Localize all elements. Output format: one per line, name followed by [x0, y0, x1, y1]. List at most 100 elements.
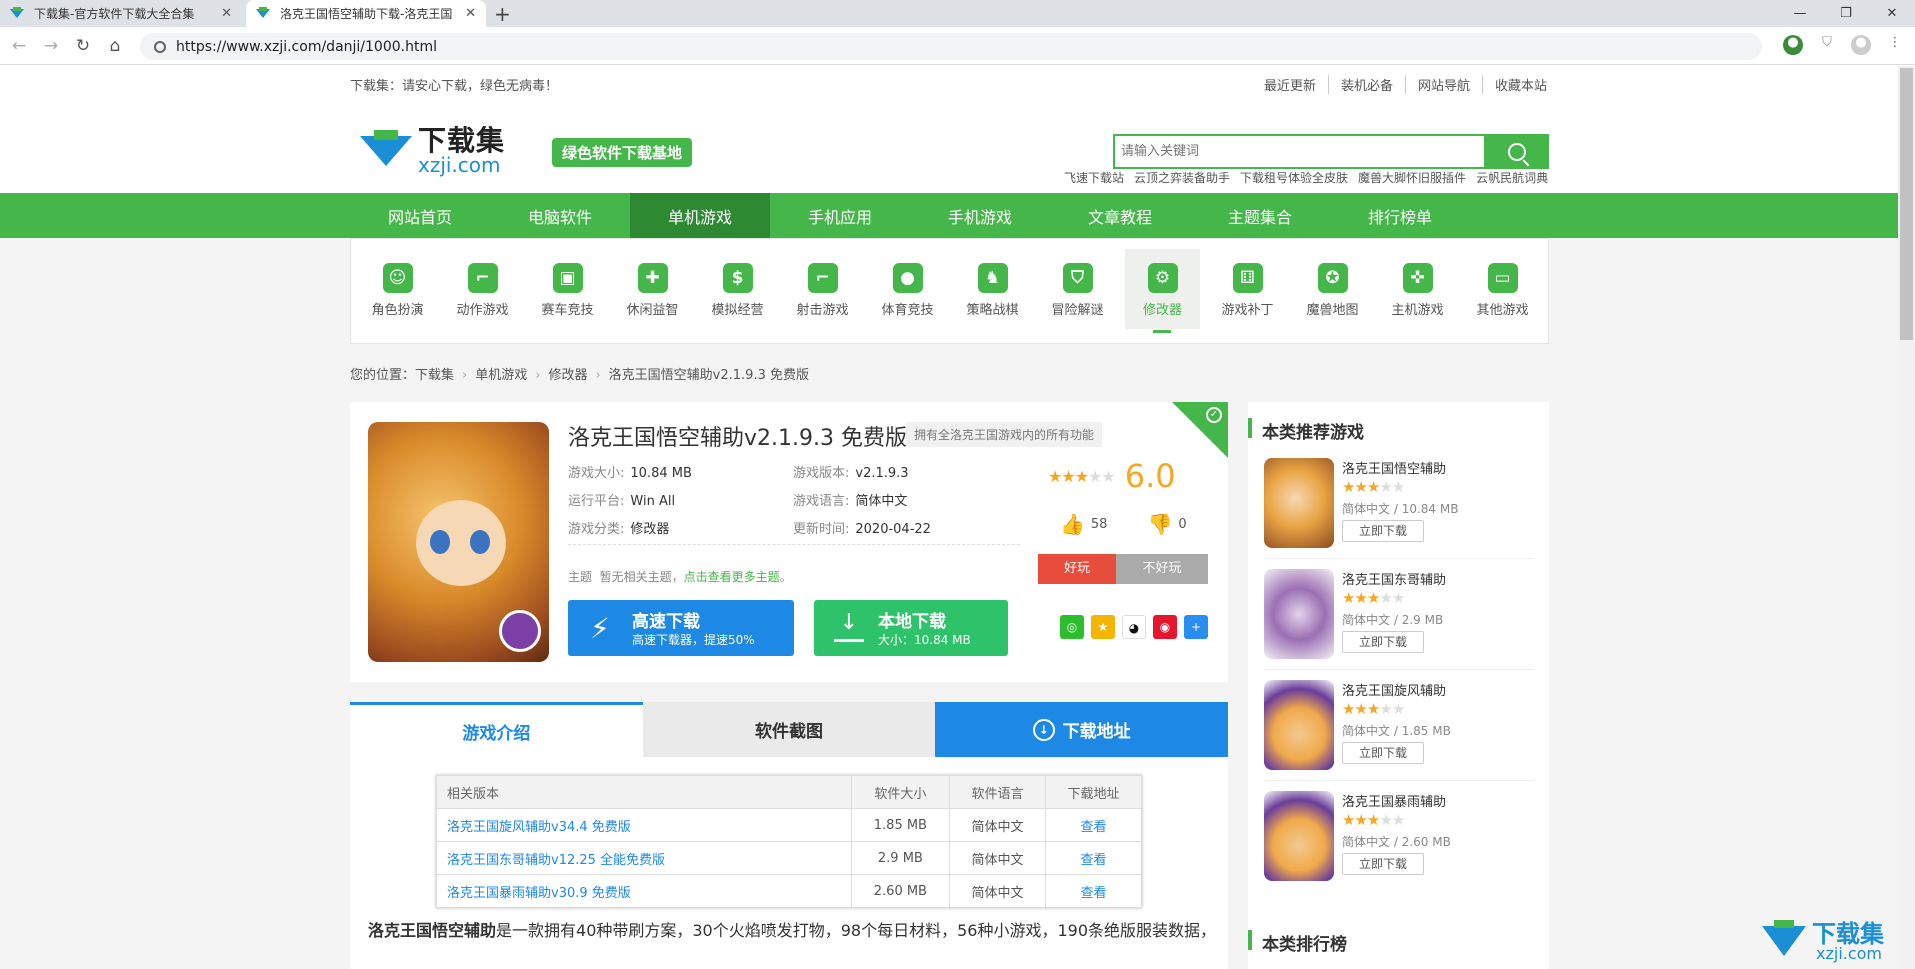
game-thumbnail[interactable] — [1264, 569, 1334, 659]
hot-word[interactable]: 下载租号体验全皮肤 — [1240, 169, 1348, 186]
tab-screenshots[interactable]: 软件截图 — [642, 702, 936, 757]
more-topics-link[interactable]: 点击查看更多主题 — [684, 570, 780, 584]
rec-download-button[interactable]: 立即下载 — [1342, 742, 1424, 764]
hot-word[interactable]: 云顶之弈装备助手 — [1134, 169, 1230, 186]
scrollbar-thumb[interactable] — [1900, 68, 1913, 340]
nav-mobile-games[interactable]: 手机游戏 — [910, 193, 1050, 238]
category-other[interactable]: ▭ 其他游戏 — [1465, 249, 1540, 329]
top-strip: 下载集：请安心下载，绿色无病毒！ 最近更新 装机必备 网站导航 收藏本站 — [0, 66, 1898, 101]
weibo-icon[interactable]: ◉ — [1153, 615, 1177, 639]
thumbs-down-icon[interactable]: 👎 — [1147, 512, 1172, 536]
forward-icon[interactable]: → — [38, 36, 64, 56]
category-action[interactable]: ⌐ 动作游戏 — [445, 249, 520, 329]
category-console[interactable]: ✜ 主机游戏 — [1380, 249, 1455, 329]
category-shooting[interactable]: ⌐ 射击游戏 — [785, 249, 860, 329]
pistol-icon: ⌐ — [807, 263, 838, 293]
shield-extension-icon[interactable]: ⛉ — [1817, 35, 1837, 55]
category-strategy[interactable]: ♞ 策略战棋 — [955, 249, 1030, 329]
tab-close-icon[interactable]: ✕ — [465, 6, 476, 21]
site-logo[interactable]: 下载集 xzji.com — [360, 127, 505, 175]
top-link-recent[interactable]: 最近更新 — [1252, 75, 1330, 94]
site-header: 下载集 xzji.com 绿色软件下载基地 飞速下载站 云顶之弈装备助手 下载租… — [0, 101, 1898, 193]
more-share-icon[interactable]: + — [1184, 615, 1208, 639]
page-scrollbar[interactable] — [1898, 66, 1915, 969]
local-download-button[interactable]: ↓ 本地下载 大小：10.84 MB — [814, 600, 1008, 656]
view-link[interactable]: 查看 — [1044, 808, 1143, 842]
tab-game-intro[interactable]: 游戏介绍 — [350, 702, 643, 757]
game-thumbnail[interactable] — [1264, 458, 1334, 548]
fast-download-button[interactable]: ⚡ 高速下载 高速下载器，提速50% — [568, 600, 794, 656]
home-icon[interactable]: ⌂ — [102, 36, 128, 56]
category-sports[interactable]: ● 体育竞技 — [870, 249, 945, 329]
thumbs-up-icon[interactable]: 👍 — [1060, 512, 1085, 536]
rec-download-button[interactable]: 立即下载 — [1342, 520, 1424, 542]
top-link-essentials[interactable]: 装机必备 — [1329, 75, 1407, 94]
breadcrumb-item[interactable]: 修改器 — [548, 368, 587, 383]
restore-icon[interactable]: ❐ — [1823, 0, 1869, 27]
category-racing[interactable]: ▣ 赛车竞技 — [530, 249, 605, 329]
extension-globe-icon[interactable]: ● — [1783, 35, 1803, 55]
new-tab-icon[interactable]: + — [494, 2, 511, 26]
rec-download-button[interactable]: 立即下载 — [1342, 631, 1424, 653]
view-link[interactable]: 查看 — [1044, 874, 1143, 908]
hot-word[interactable]: 飞速下载站 — [1064, 169, 1124, 186]
search-button[interactable] — [1484, 134, 1549, 169]
rec-game-name[interactable]: 洛克王国暴雨辅助 — [1342, 791, 1446, 810]
rec-download-button[interactable]: 立即下载 — [1342, 853, 1424, 875]
address-bar[interactable]: https://www.xzji.com/danji/1000.html — [140, 33, 1762, 60]
rec-game-name[interactable]: 洛克王国悟空辅助 — [1342, 458, 1446, 477]
nav-articles[interactable]: 文章教程 — [1050, 193, 1190, 238]
breadcrumb-item[interactable]: 单机游戏 — [475, 368, 527, 383]
site-info-icon[interactable] — [154, 40, 166, 53]
qzone-icon[interactable]: ★ — [1091, 615, 1115, 639]
reload-icon[interactable]: ↻ — [70, 36, 96, 56]
browser-tab-2[interactable]: 洛克王国悟空辅助下载-洛克王国 ✕ — [246, 0, 486, 27]
minimize-icon[interactable]: — — [1777, 0, 1823, 27]
top-link-bookmark[interactable]: 收藏本站 — [1483, 75, 1559, 94]
hot-word[interactable]: 魔兽大脚怀旧服插件 — [1358, 169, 1466, 186]
version-link[interactable]: 洛克王国东哥辅助v12.25 全能免费版 — [436, 841, 852, 875]
category-trainer[interactable]: ⚙ 修改器 — [1125, 249, 1200, 333]
rec-game-name[interactable]: 洛克王国旋风辅助 — [1342, 680, 1446, 699]
top-link-sitemap[interactable]: 网站导航 — [1406, 75, 1484, 94]
version-link[interactable]: 洛克王国暴雨辅助v30.9 免费版 — [436, 874, 852, 908]
tab-close-icon[interactable]: ✕ — [221, 6, 232, 21]
nav-topics[interactable]: 主题集合 — [1190, 193, 1330, 238]
hot-words: 飞速下载站 云顶之弈装备助手 下载租号体验全皮肤 魔兽大脚怀旧服插件 云帆民航词… — [1064, 169, 1548, 186]
logo-cn: 下载集 — [418, 124, 506, 157]
search-input[interactable] — [1115, 136, 1495, 167]
hot-word[interactable]: 云帆民航词典 — [1476, 169, 1548, 186]
browser-tab-1[interactable]: 下载集-官方软件下载大全合集 ✕ — [0, 0, 242, 27]
top-links: 最近更新 装机必备 网站导航 收藏本站 — [1252, 75, 1559, 94]
category-roleplay[interactable]: ☺ 角色扮演 — [360, 249, 435, 329]
tab-download-address[interactable]: ↓ 下载地址 — [935, 702, 1229, 757]
puzzle-icon: ✚ — [637, 263, 668, 293]
version-link[interactable]: 洛克王国旋风辅助v34.4 免费版 — [436, 808, 852, 842]
wechat-icon[interactable]: ◎ — [1060, 615, 1084, 639]
category-warcraft-maps[interactable]: ✪ 魔兽地图 — [1295, 249, 1370, 329]
logo-en: xzji.com — [418, 153, 501, 177]
window-close-icon[interactable]: ✕ — [1869, 0, 1915, 27]
back-icon[interactable]: ← — [6, 36, 32, 56]
nav-pc-software[interactable]: 电脑软件 — [490, 193, 630, 238]
nav-single-games[interactable]: 单机游戏 — [630, 193, 770, 238]
vote-good-button[interactable]: 好玩 — [1038, 554, 1116, 584]
game-thumbnail[interactable] — [1264, 791, 1334, 881]
category-puzzle[interactable]: ✚ 休闲益智 — [615, 249, 690, 329]
vote-bad-button[interactable]: 不好玩 — [1116, 554, 1208, 584]
nav-mobile-apps[interactable]: 手机应用 — [770, 193, 910, 238]
game-info-panel: ✓ 洛克王国悟空辅助v2.1.9.3 免费版 拥有全洛克王国游戏内的所有功能 游… — [350, 402, 1228, 682]
nav-rankings[interactable]: 排行榜单 — [1330, 193, 1470, 238]
game-thumbnail[interactable] — [1264, 680, 1334, 770]
category-adventure[interactable]: ⛉ 冒险解谜 — [1040, 249, 1115, 329]
category-simulation[interactable]: $ 模拟经营 — [700, 249, 775, 329]
table-row: 洛克王国暴雨辅助v30.9 免费版 2.60 MB 简体中文 查看 — [436, 874, 1143, 908]
menu-dots-icon[interactable]: ⋮ — [1885, 35, 1905, 55]
rec-game-name[interactable]: 洛克王国东哥辅助 — [1342, 569, 1446, 588]
profile-avatar-icon[interactable]: ● — [1851, 35, 1871, 55]
nav-home[interactable]: 网站首页 — [350, 193, 490, 238]
view-link[interactable]: 查看 — [1044, 841, 1143, 875]
qq-icon[interactable]: ◕ — [1122, 615, 1146, 639]
category-patch[interactable]: ⚅ 游戏补丁 — [1210, 249, 1285, 329]
breadcrumb-item[interactable]: 下载集 — [415, 368, 454, 383]
